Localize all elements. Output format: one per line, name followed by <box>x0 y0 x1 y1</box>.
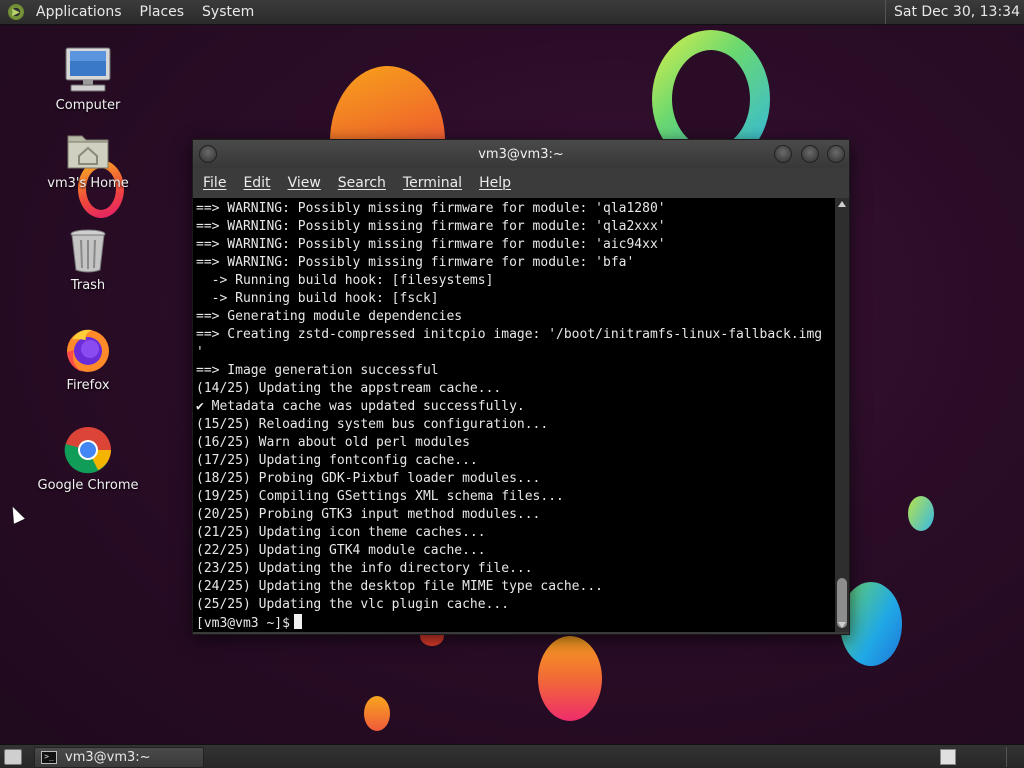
terminal-prompt-line[interactable]: [vm3@vm3 ~]$ <box>196 614 835 632</box>
terminal-line: (18/25) Probing GDK-Pixbuf loader module… <box>196 471 541 486</box>
terminal-icon: >_ <box>41 751 57 764</box>
terminal-line: (24/25) Updating the desktop file MIME t… <box>196 579 603 594</box>
terminal-line: (20/25) Probing GTK3 input method module… <box>196 507 541 522</box>
terminal-line: (21/25) Updating icon theme caches... <box>196 525 486 540</box>
terminal-line: ✔ Metadata cache was updated successfull… <box>196 399 525 414</box>
desktop-icon-label: vm3's Home <box>47 176 129 191</box>
terminal-line: -> Running build hook: [fsck] <box>196 291 439 306</box>
menu-search[interactable]: Search <box>338 175 386 191</box>
terminal-line: ==> Generating module dependencies <box>196 309 463 324</box>
system-menu[interactable]: System <box>200 4 256 20</box>
desktop-icon-firefox[interactable]: Firefox <box>23 326 153 393</box>
terminal-line: -> Running build hook: [filesystems] <box>196 273 494 288</box>
shell-prompt: [vm3@vm3 ~]$ <box>196 616 290 631</box>
minimize-button[interactable] <box>774 145 792 163</box>
workspace-switcher[interactable] <box>940 749 956 765</box>
terminal-line: ==> WARNING: Possibly missing firmware f… <box>196 219 666 234</box>
menu-edit[interactable]: Edit <box>243 175 270 191</box>
scroll-up-arrow-icon[interactable] <box>838 201 846 207</box>
wallpaper-shape <box>538 636 602 721</box>
text-cursor <box>293 614 302 629</box>
terminal-line: (14/25) Updating the appstream cache... <box>196 381 502 396</box>
trash-icon <box>70 229 106 273</box>
menu-terminal[interactable]: Terminal <box>403 175 462 191</box>
panel-separator <box>1006 747 1007 767</box>
taskbar-terminal-button[interactable]: >_ vm3@vm3:~ <box>34 747 204 768</box>
terminal-output[interactable]: ==> WARNING: Possibly missing firmware f… <box>193 198 835 632</box>
menu-file[interactable]: File <box>203 175 226 191</box>
scrollbar-thumb[interactable] <box>837 578 847 628</box>
maximize-button[interactable] <box>801 145 819 163</box>
wallpaper-shape <box>364 696 390 731</box>
top-panel: ▶ Applications Places System Sat Dec 30,… <box>0 0 1024 25</box>
terminal-line: (15/25) Reloading system bus configurati… <box>196 417 549 432</box>
computer-icon <box>65 47 111 92</box>
desktop-icon-trash[interactable]: Trash <box>23 228 153 293</box>
desktop-icon-computer[interactable]: Computer <box>23 46 153 113</box>
show-desktop-icon[interactable] <box>4 749 22 765</box>
desktop-icon-label: Trash <box>70 278 106 293</box>
home-folder-icon <box>67 135 109 169</box>
desktop-icon-label: Computer <box>55 98 121 113</box>
terminal-menubar: File Edit View Search Terminal Help <box>193 168 849 198</box>
terminal-line: ==> WARNING: Possibly missing firmware f… <box>196 255 635 270</box>
terminal-line: (17/25) Updating fontconfig cache... <box>196 453 478 468</box>
terminal-line: (19/25) Compiling GSettings XML schema f… <box>196 489 564 504</box>
places-menu[interactable]: Places <box>138 4 187 20</box>
window-title: vm3@vm3:~ <box>478 147 564 162</box>
terminal-scrollbar[interactable] <box>835 198 849 632</box>
terminal-line: ==> Image generation successful <box>196 363 439 378</box>
applications-menu[interactable]: Applications <box>34 4 124 20</box>
main-menu-icon[interactable]: ▶ <box>8 4 24 20</box>
clock[interactable]: Sat Dec 30, 13:34 <box>884 0 1020 24</box>
desktop-icon-label: Google Chrome <box>37 478 139 493</box>
close-button[interactable] <box>827 145 845 163</box>
menu-view[interactable]: View <box>288 175 321 191</box>
desktop-icon-home[interactable]: vm3's Home <box>23 128 153 191</box>
terminal-window[interactable]: vm3@vm3:~ File Edit View Search Terminal… <box>192 139 850 635</box>
wallpaper-shape <box>908 496 934 531</box>
terminal-line: ==> Creating zstd-compressed initcpio im… <box>196 327 823 342</box>
scroll-down-arrow-icon[interactable] <box>838 622 846 628</box>
desktop-icon-chrome[interactable]: Google Chrome <box>23 426 153 493</box>
terminal-line: ==> WARNING: Possibly missing firmware f… <box>196 237 666 252</box>
taskbar-button-label: vm3@vm3:~ <box>65 750 151 765</box>
firefox-icon <box>67 329 109 372</box>
terminal-line: ==> WARNING: Possibly missing firmware f… <box>196 201 666 216</box>
terminal-line: (22/25) Updating GTK4 module cache... <box>196 543 486 558</box>
terminal-line: (16/25) Warn about old perl modules <box>196 435 470 450</box>
terminal-line: (25/25) Updating the vlc plugin cache... <box>196 597 510 612</box>
window-titlebar[interactable]: vm3@vm3:~ <box>193 140 849 168</box>
terminal-line: ' <box>196 345 204 360</box>
bottom-panel: >_ vm3@vm3:~ <box>0 744 1024 768</box>
terminal-line: (23/25) Updating the info directory file… <box>196 561 533 576</box>
chrome-icon <box>64 427 111 474</box>
desktop-icon-label: Firefox <box>66 378 110 393</box>
menu-help[interactable]: Help <box>479 175 511 191</box>
